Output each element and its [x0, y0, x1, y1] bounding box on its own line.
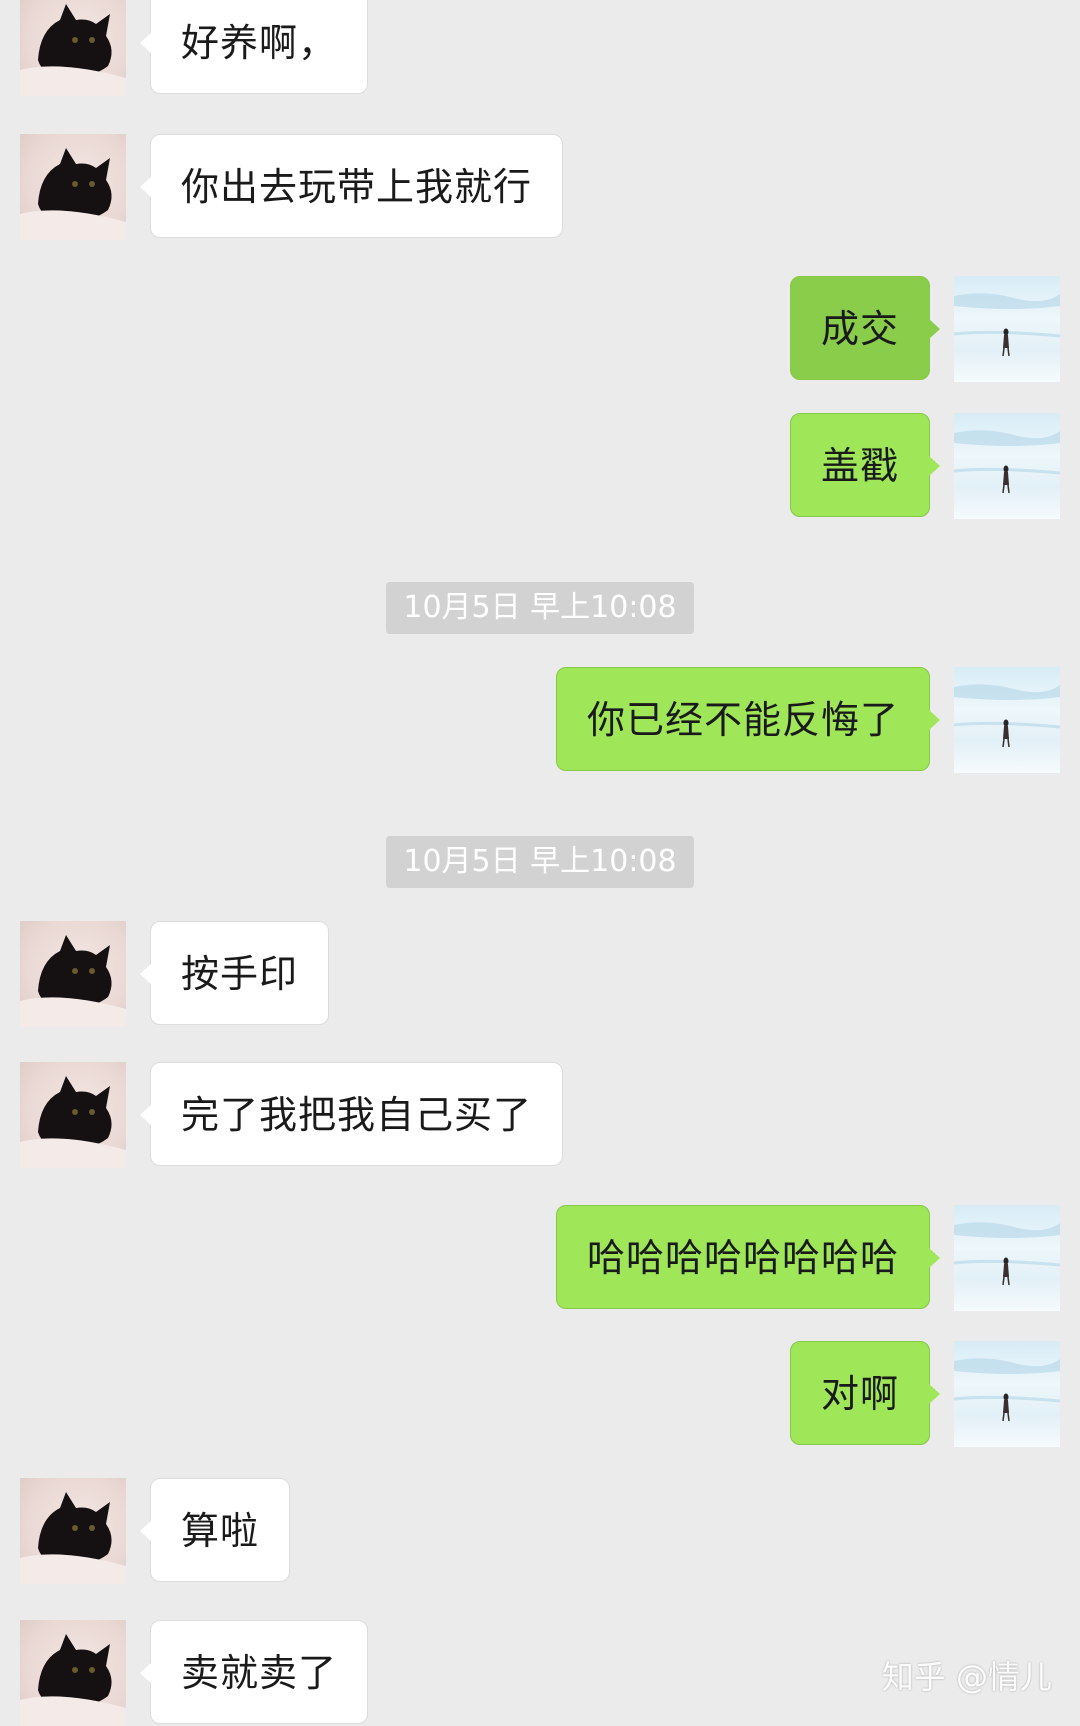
received-message-bubble[interactable]: 算啦	[139, 1478, 291, 1582]
black-cat-icon	[20, 935, 126, 1027]
sent-message-bubble[interactable]: 成交	[789, 276, 941, 380]
message-row-sent: 成交	[0, 276, 1080, 382]
self-avatar[interactable]	[954, 667, 1060, 773]
contact-avatar[interactable]	[20, 134, 126, 240]
sent-message-bubble[interactable]: 对啊	[789, 1341, 941, 1445]
received-message-bubble[interactable]: 好养啊，	[139, 0, 369, 94]
sent-message-bubble[interactable]: 盖戳	[789, 413, 941, 517]
contact-avatar[interactable]	[20, 921, 126, 1027]
self-avatar[interactable]	[954, 1341, 1060, 1447]
seaside-figure-icon	[954, 1222, 1060, 1286]
received-message-bubble[interactable]: 卖就卖了	[139, 1620, 369, 1724]
contact-avatar[interactable]	[20, 1620, 126, 1726]
seaside-figure-icon	[954, 430, 1060, 494]
contact-avatar[interactable]	[20, 0, 126, 96]
message-row-sent: 盖戳	[0, 413, 1080, 519]
black-cat-icon	[20, 1076, 126, 1168]
message-row-sent: 哈哈哈哈哈哈哈哈	[0, 1205, 1080, 1311]
message-row-received: 算啦	[0, 1478, 1080, 1584]
seaside-figure-icon	[954, 293, 1060, 357]
self-avatar[interactable]	[954, 276, 1060, 382]
contact-avatar[interactable]	[20, 1478, 126, 1584]
message-row-sent: 你已经不能反悔了	[0, 667, 1080, 773]
message-row-sent: 对啊	[0, 1341, 1080, 1447]
message-row-received: 完了我把我自己买了	[0, 1062, 1080, 1168]
timestamp-label: 10月5日 早上10:08	[386, 836, 694, 888]
received-message-bubble[interactable]: 完了我把我自己买了	[139, 1062, 564, 1166]
message-row-received: 你出去玩带上我就行	[0, 134, 1080, 240]
sent-message-bubble[interactable]: 你已经不能反悔了	[555, 667, 941, 771]
zhihu-watermark: 知乎 @情儿	[881, 1658, 1052, 1696]
seaside-figure-icon	[954, 1358, 1060, 1422]
seaside-figure-icon	[954, 684, 1060, 748]
message-row-received: 好养啊，	[0, 0, 1080, 96]
self-avatar[interactable]	[954, 1205, 1060, 1311]
contact-avatar[interactable]	[20, 1062, 126, 1168]
sent-message-bubble[interactable]: 哈哈哈哈哈哈哈哈	[555, 1205, 941, 1309]
timestamp-label: 10月5日 早上10:08	[386, 582, 694, 634]
black-cat-icon	[20, 148, 126, 240]
black-cat-icon	[20, 1492, 126, 1584]
message-row-received: 按手印	[0, 921, 1080, 1027]
black-cat-icon	[20, 4, 126, 96]
black-cat-icon	[20, 1634, 126, 1726]
received-message-bubble[interactable]: 你出去玩带上我就行	[139, 134, 564, 238]
self-avatar[interactable]	[954, 413, 1060, 519]
received-message-bubble[interactable]: 按手印	[139, 921, 330, 1025]
